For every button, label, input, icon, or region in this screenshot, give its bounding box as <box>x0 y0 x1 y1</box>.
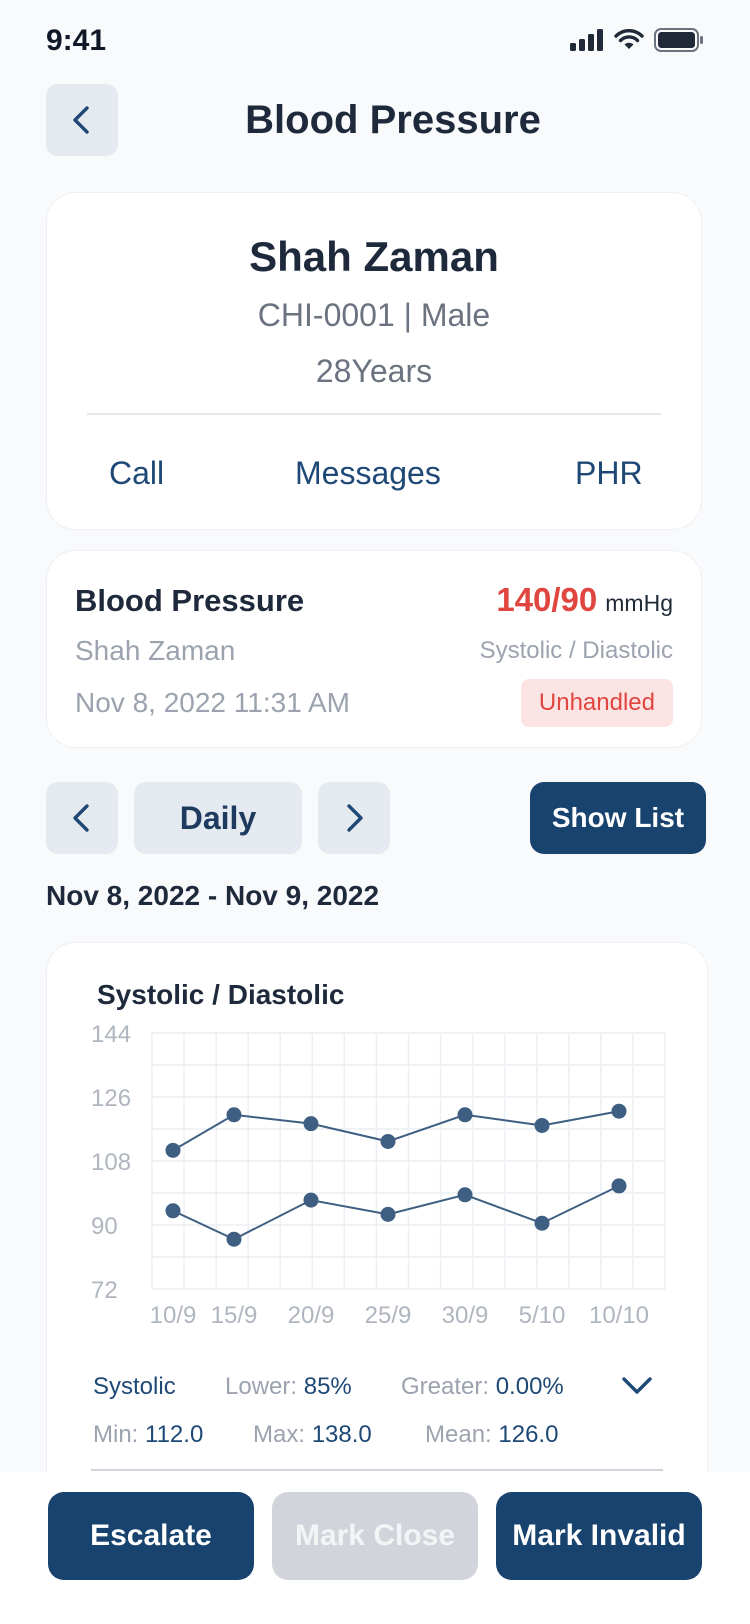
stat-mean: Mean: 126.0 <box>425 1421 558 1449</box>
chevron-right-icon <box>347 804 363 832</box>
data-point <box>226 1107 242 1123</box>
x-tick-label: 25/9 <box>365 1302 412 1323</box>
data-point <box>165 1142 181 1158</box>
data-point <box>611 1178 627 1194</box>
stat-mean-value: 126.0 <box>498 1421 559 1448</box>
y-tick-label: 90 <box>91 1213 118 1240</box>
reading-value-group: 140/90 mmHg <box>496 581 673 619</box>
data-point <box>226 1231 242 1247</box>
bp-line-chart: 144 126 108 90 72 10/9 15/9 20/9 25/9 30/9 5/10 10/… <box>91 1021 666 1323</box>
status-bar: 9:41 <box>0 0 750 90</box>
x-tick-label: 20/9 <box>288 1302 335 1323</box>
stat-lower: Lower: 85% <box>225 1373 352 1401</box>
data-point <box>534 1215 550 1231</box>
data-point <box>457 1187 473 1203</box>
y-tick-label: 144 <box>91 1021 131 1048</box>
y-tick-label: 108 <box>91 1149 131 1176</box>
stat-min-label: Min: <box>93 1421 139 1448</box>
page-title: Blood Pressure <box>245 98 541 142</box>
stat-max: Max: 138.0 <box>253 1421 372 1449</box>
stat-lower-label: Lower: <box>225 1373 298 1400</box>
series-line <box>172 1184 620 1241</box>
stat-lower-value: 85% <box>303 1373 352 1400</box>
patient-meta: CHI-0001 | Male <box>257 297 491 333</box>
x-tick-label: 10/9 <box>150 1302 197 1323</box>
data-point <box>380 1133 396 1149</box>
data-point <box>611 1103 627 1119</box>
reading-title: Blood Pressure <box>75 583 305 618</box>
stat-max-label: Max: <box>253 1421 306 1448</box>
reading-value: 140/90 <box>496 581 598 618</box>
stats-series-name: Systolic <box>93 1373 176 1400</box>
show-list-button[interactable]: Show List <box>530 782 706 854</box>
reading-unit: mmHg <box>605 590 673 616</box>
patient-name: Shah Zaman <box>249 233 499 280</box>
status-icons <box>570 28 704 52</box>
bottom-action-bar: Escalate Mark Close Mark Invalid <box>0 1472 750 1624</box>
divider <box>91 1469 663 1471</box>
stat-mean-label: Mean: <box>425 1421 492 1448</box>
stat-min-value: 112.0 <box>145 1421 204 1448</box>
next-period-button[interactable] <box>318 782 390 854</box>
status-time: 9:41 <box>46 24 107 57</box>
data-point <box>457 1107 473 1123</box>
reading-card[interactable]: Blood Pressure Shah Zaman Nov 8, 2022 11… <box>46 550 702 748</box>
data-point <box>380 1206 396 1222</box>
status-badge: Unhandled <box>520 679 673 727</box>
chevron-left-icon <box>73 804 89 832</box>
period-selector[interactable]: Daily <box>134 782 302 854</box>
phr-button[interactable]: PHR <box>575 455 643 492</box>
y-tick-label: 126 <box>91 1085 131 1112</box>
data-point <box>303 1116 319 1132</box>
escalate-button[interactable]: Escalate <box>48 1492 254 1580</box>
battery-icon <box>654 28 703 52</box>
stat-greater: Greater: 0.00% <box>401 1373 564 1401</box>
previous-period-button[interactable] <box>46 782 118 854</box>
reading-patient-name: Shah Zaman <box>75 635 236 666</box>
wifi-icon <box>614 29 644 49</box>
x-tick-label: 10/10 <box>589 1302 649 1323</box>
x-tick-label: 30/9 <box>442 1302 489 1323</box>
call-button[interactable]: Call <box>109 455 164 492</box>
header: Blood Pressure <box>0 84 750 158</box>
stat-greater-label: Greater: <box>401 1373 490 1400</box>
x-tick-label: 15/9 <box>211 1302 258 1323</box>
signal-icon <box>570 29 603 51</box>
x-tick-label: 5/10 <box>519 1302 566 1323</box>
reading-datetime: Nov 8, 2022 11:31 AM <box>75 687 350 718</box>
period-label: Daily <box>179 799 257 836</box>
patient-age: 28Years <box>315 353 433 389</box>
stat-min: Min: 112.0 <box>93 1421 203 1449</box>
mark-invalid-button[interactable]: Mark Invalid <box>496 1492 702 1580</box>
y-tick-label: 72 <box>91 1277 118 1304</box>
stat-max-value: 138.0 <box>311 1421 372 1448</box>
messages-button[interactable]: Messages <box>295 455 441 492</box>
data-point <box>534 1117 550 1133</box>
data-point <box>165 1203 181 1219</box>
patient-card: Shah Zaman CHI-0001 | Male 28Years Call … <box>46 192 702 530</box>
reading-sub-label: Systolic / Diastolic <box>479 637 673 664</box>
stat-greater-value: 0.00% <box>495 1373 564 1400</box>
divider <box>87 413 661 415</box>
data-point <box>303 1192 319 1208</box>
date-range: Nov 8, 2022 - Nov 9, 2022 <box>46 880 380 911</box>
mark-close-button[interactable]: Mark Close <box>272 1492 478 1580</box>
chevron-down-icon[interactable] <box>621 1375 653 1397</box>
